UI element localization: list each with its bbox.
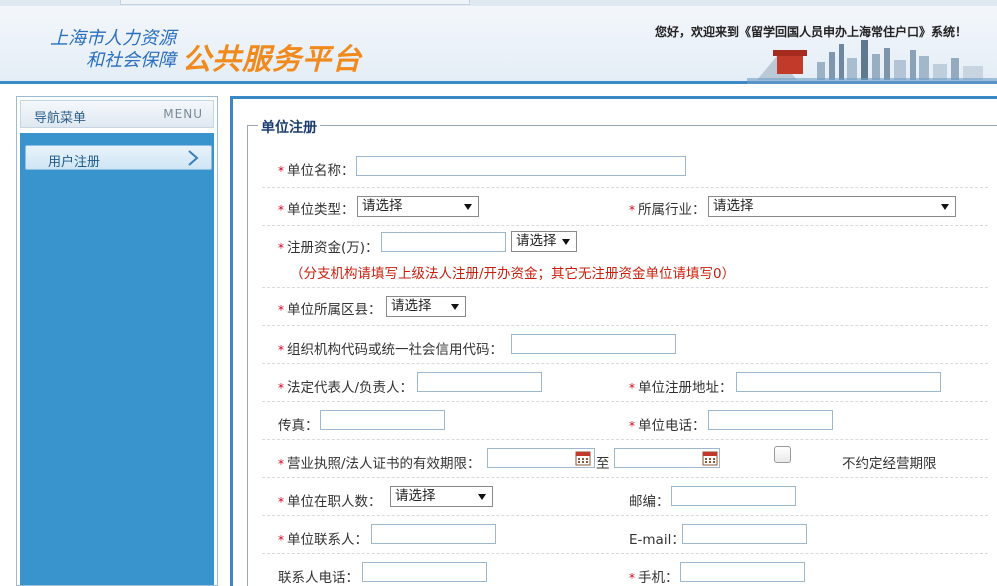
contact-input[interactable] [371, 524, 496, 544]
row-district: * 单位所属区县： 请选择 [262, 288, 988, 326]
logo-line-1: 上海市人力资源 [50, 28, 176, 49]
sidebar-menu-label: MENU [163, 107, 203, 121]
mobile-input[interactable] [680, 562, 805, 582]
capital-input[interactable] [381, 232, 506, 252]
contact-phone-label: 联系人电话： [278, 570, 359, 586]
bureau-logo: 上海市人力资源 和社会保障 [44, 28, 176, 72]
city-skyline-illustration [747, 40, 997, 84]
row-license: * 营业执照/法人证书的有效期限： 至 不约定经营期限 [262, 440, 988, 478]
license-label: * 营业执照/法人证书的有效期限： [278, 456, 481, 472]
row-contact: * 单位联系人： E-mail： [262, 516, 988, 554]
fax-label: 传真： [278, 418, 319, 434]
email-input[interactable] [682, 524, 807, 544]
chevron-right-icon [188, 150, 199, 166]
sidebar-header: 导航菜单 MENU [20, 100, 214, 128]
row-employees: * 单位在职人数： 请选择 邮编： [262, 478, 988, 516]
date-range-to-label: 至 [596, 456, 610, 472]
phone-label: * 单位电话： [629, 418, 706, 434]
unit-type-select[interactable]: 请选择 [357, 196, 479, 217]
unit-register-fieldset: 单位注册 * 单位名称： * 单位类型： 请选择 * 所属行业： 请选择 * 注册资金(… [247, 117, 997, 586]
row-unit-name: * 单位名称： [262, 146, 988, 188]
industry-label: * 所属行业： [629, 202, 706, 218]
legal-rep-label: * 法定代表人/负责人： [278, 380, 414, 396]
header: 上海市人力资源 和社会保障 公共服务平台 您好，欢迎来到《留学回国人员申办上海常… [0, 6, 997, 84]
sidebar-item-user-register[interactable]: 用户注册 [25, 145, 212, 170]
row-capital: * 注册资金(万)： 请选择 （分支机构请填写上级法人注册/开办资金；其它无注册资… [262, 226, 988, 288]
postcode-input[interactable] [671, 486, 796, 506]
sidebar-item-label: 用户注册 [48, 155, 101, 170]
dropdown-arrow-icon [451, 304, 459, 310]
form-legend: 单位注册 [258, 117, 320, 137]
top-tab-strip [120, 0, 470, 5]
contact-phone-input[interactable] [362, 562, 487, 582]
platform-title: 公共服务平台 [182, 42, 363, 76]
sidebar: 导航菜单 MENU 用户注册 [16, 96, 218, 586]
row-contact-phone: 联系人电话： * 手机： [262, 554, 988, 586]
email-label: E-mail： [629, 532, 685, 548]
postcode-label: 邮编： [629, 494, 670, 510]
org-code-label: * 组织机构代码或统一社会信用代码： [278, 342, 503, 358]
legal-rep-input[interactable] [417, 372, 542, 392]
no-limit-checkbox[interactable] [774, 446, 791, 463]
row-unit-type: * 单位类型： 请选择 * 所属行业： 请选择 [262, 188, 988, 226]
calendar-icon[interactable] [575, 450, 591, 466]
sidebar-body: 用户注册 [20, 133, 214, 585]
unit-type-label: * 单位类型： [278, 202, 355, 218]
unit-name-input[interactable] [356, 156, 686, 176]
district-select[interactable]: 请选择 [386, 296, 466, 317]
row-fax: 传真： * 单位电话： [262, 402, 988, 440]
dropdown-arrow-icon [562, 239, 570, 245]
address-label: * 单位注册地址： [629, 380, 733, 396]
main-panel: 单位注册 * 单位名称： * 单位类型： 请选择 * 所属行业： 请选择 * 注册资金(… [230, 96, 997, 586]
fax-input[interactable] [320, 410, 445, 430]
phone-input[interactable] [708, 410, 833, 430]
dropdown-arrow-icon [464, 204, 472, 210]
row-org-code: * 组织机构代码或统一社会信用代码： [262, 326, 988, 364]
row-legal-rep: * 法定代表人/负责人： * 单位注册地址： [262, 364, 988, 402]
sidebar-title: 导航菜单 [34, 111, 87, 126]
industry-select[interactable]: 请选择 [708, 196, 956, 217]
dropdown-arrow-icon [478, 494, 486, 500]
district-label: * 单位所属区县： [278, 302, 382, 318]
dropdown-arrow-icon [941, 204, 949, 210]
employees-label: * 单位在职人数： [278, 494, 382, 510]
logo-line-2: 和社会保障 [86, 50, 176, 71]
contact-label: * 单位联系人： [278, 532, 368, 548]
calendar-icon[interactable] [702, 450, 718, 466]
capital-hint: （分支机构请填写上级法人注册/开办资金；其它无注册资金单位请填写0） [290, 266, 736, 282]
unit-name-label: * 单位名称： [278, 163, 355, 179]
org-code-input[interactable] [511, 334, 676, 354]
employees-select[interactable]: 请选择 [390, 486, 493, 507]
capital-label: * 注册资金(万)： [278, 240, 379, 256]
mobile-label: * 手机： [629, 570, 679, 586]
no-limit-label: 不约定经营期限 [842, 456, 937, 472]
address-input[interactable] [736, 372, 941, 392]
capital-currency-select[interactable]: 请选择 [511, 231, 577, 252]
